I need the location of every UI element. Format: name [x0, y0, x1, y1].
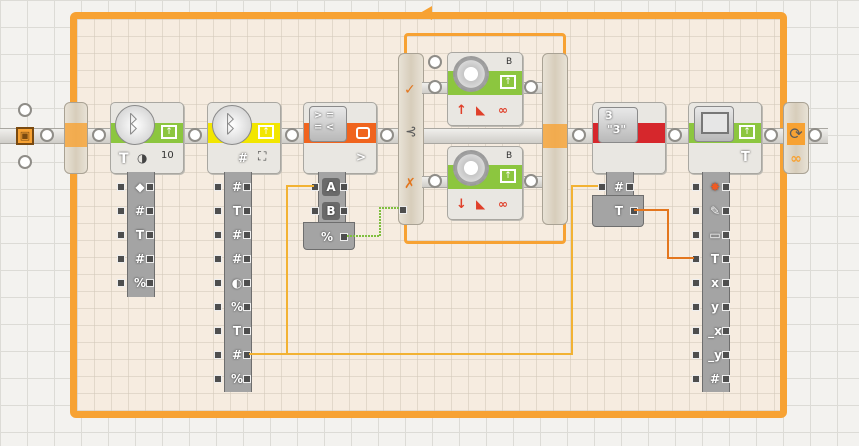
- switch-false-icon: ✗: [404, 176, 416, 192]
- motor-output-icon: ↑: [500, 75, 516, 89]
- compare-block[interactable]: > = = < >: [303, 102, 377, 174]
- text-type-icon: T: [119, 151, 129, 167]
- compare-output-icon: [356, 127, 370, 139]
- motor-port-label: B: [506, 57, 513, 67]
- start-port-top[interactable]: [18, 103, 32, 117]
- switch-condition-icon: ⊰: [405, 124, 417, 140]
- direction-forward-icon: ↑: [456, 103, 467, 118]
- compare-mode-label: >: [356, 150, 367, 164]
- number-type-icon: #: [238, 151, 249, 165]
- motor-block-true[interactable]: B ↑ ↑ ◣ ∞: [447, 52, 523, 126]
- loop-icon: ⟳: [787, 123, 805, 145]
- switch-left-pillar[interactable]: ✓ ⊰ ✗: [398, 53, 424, 225]
- motor-gear-icon: [453, 150, 489, 186]
- display-screen-icon: [694, 106, 734, 142]
- motor-block-false[interactable]: B ↑ ↓ ◣ ∞: [447, 146, 523, 220]
- switch-port: [428, 55, 442, 69]
- hub-plug-logic-result: %: [320, 230, 334, 244]
- send-arrow-icon: ↑: [258, 125, 274, 139]
- beam-connector: [572, 128, 586, 142]
- duration-unlimited-icon: ∞: [498, 197, 508, 211]
- switch-port: [428, 174, 442, 188]
- bluetooth-icon: ᛒ: [212, 105, 252, 145]
- compare-operator-icon: > = = <: [309, 106, 347, 142]
- duration-unlimited-icon: ∞: [498, 103, 508, 117]
- hub-plug-b: B: [322, 202, 340, 220]
- number-to-text-icon: 3 "3": [598, 107, 638, 143]
- hub-plug-text: T: [614, 204, 624, 218]
- switch-port: [524, 80, 538, 94]
- start-port-bottom[interactable]: [18, 155, 32, 169]
- beam-connector: [285, 128, 299, 142]
- beam-connector: [188, 128, 202, 142]
- loop-return-arrow-icon: [420, 6, 432, 20]
- motor-output-icon: ↑: [500, 169, 516, 183]
- beam-connector: [380, 128, 394, 142]
- bluetooth-send-block[interactable]: ᛒ ↑ # ⛶: [207, 102, 281, 174]
- start-connector[interactable]: [40, 128, 54, 142]
- mailbox-icon: ◑: [137, 151, 148, 165]
- beam-connector: [668, 128, 682, 142]
- start-point-icon[interactable]: ▣: [16, 127, 34, 145]
- loop-left-pillar[interactable]: [64, 102, 88, 174]
- bluetooth-icon: ᛒ: [115, 105, 155, 145]
- end-connector[interactable]: [808, 128, 822, 142]
- loop-forever-icon: ∞: [790, 151, 802, 167]
- switch-port: [524, 174, 538, 188]
- receive-arrow-icon: ↑: [161, 125, 177, 139]
- switch-true-icon: ✓: [404, 82, 416, 98]
- direction-backward-icon: ↓: [456, 197, 467, 212]
- number-to-text-block[interactable]: 3 "3": [592, 102, 666, 174]
- motor-gear-icon: [453, 56, 489, 92]
- number-size-icon: 10: [161, 150, 174, 161]
- display-text-mode-icon: T: [741, 150, 750, 165]
- power-gauge-icon: ◣: [476, 197, 486, 211]
- beam-connector: [92, 128, 106, 142]
- switch-port: [428, 80, 442, 94]
- switch-right-pillar[interactable]: [542, 53, 568, 225]
- display-output-icon: ↑: [739, 125, 755, 139]
- connection-icon: ⛶: [258, 149, 267, 163]
- hub-plug-a: A: [322, 178, 340, 196]
- power-gauge-icon: ◣: [476, 103, 486, 117]
- motor-port-label: B: [506, 151, 513, 161]
- bluetooth-receive-block[interactable]: ᛒ ↑ T ◑ 10: [110, 102, 184, 174]
- beam-connector: [764, 128, 778, 142]
- loop-right-pillar[interactable]: ⟳ ∞: [783, 102, 809, 174]
- display-block[interactable]: ↑ T: [688, 102, 762, 174]
